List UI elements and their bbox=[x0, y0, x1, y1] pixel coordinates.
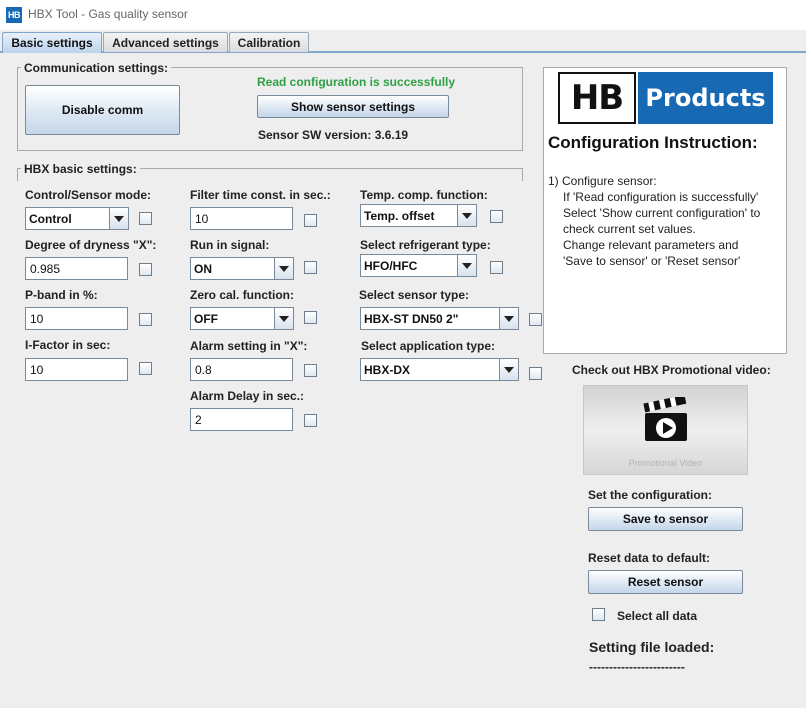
refrigerant-value: HFO/HFC bbox=[364, 258, 418, 273]
chevron-down-icon[interactable] bbox=[274, 258, 293, 279]
instruction-title: Configuration Instruction: bbox=[548, 133, 758, 152]
control-mode-value: Control bbox=[29, 211, 72, 226]
alarm-delay-input[interactable]: 2 bbox=[190, 408, 293, 431]
dryness-label: Degree of dryness "X": bbox=[25, 238, 157, 252]
zero-cal-checkbox[interactable] bbox=[304, 311, 317, 324]
alarm-delay-label: Alarm Delay in sec.: bbox=[190, 389, 305, 403]
communication-settings-title: Communication settings: bbox=[21, 61, 172, 75]
instruction-line: check current set values. bbox=[563, 222, 696, 236]
reset-label: Reset data to default: bbox=[588, 551, 711, 565]
chevron-down-icon[interactable] bbox=[109, 208, 128, 229]
run-in-select[interactable]: ON bbox=[190, 257, 294, 280]
app-logo-icon: HB bbox=[6, 7, 22, 23]
alarm-delay-checkbox[interactable] bbox=[304, 414, 317, 427]
control-mode-label: Control/Sensor mode: bbox=[25, 188, 152, 202]
chevron-down-icon[interactable] bbox=[499, 308, 518, 329]
pband-label: P-band in %: bbox=[25, 288, 98, 302]
alarm-setting-checkbox[interactable] bbox=[304, 364, 317, 377]
pband-checkbox[interactable] bbox=[139, 313, 152, 326]
chevron-down-icon[interactable] bbox=[274, 308, 293, 329]
temp-comp-checkbox[interactable] bbox=[490, 210, 503, 223]
filter-label: Filter time const. in sec.: bbox=[190, 188, 331, 202]
instruction-line: Change relevant parameters and bbox=[563, 238, 739, 252]
application-select[interactable]: HBX-DX bbox=[360, 358, 519, 381]
show-sensor-settings-button[interactable]: Show sensor settings bbox=[257, 95, 449, 118]
instruction-line: Select 'Show current configuration' to bbox=[563, 206, 761, 220]
set-config-label: Set the configuration: bbox=[588, 488, 712, 502]
chevron-down-icon[interactable] bbox=[457, 255, 476, 276]
tab-advanced-settings[interactable]: Advanced settings bbox=[103, 32, 228, 52]
select-all-label: Select all data bbox=[617, 609, 698, 623]
alarm-setting-label: Alarm setting in "X": bbox=[190, 339, 308, 353]
reset-sensor-button[interactable]: Reset sensor bbox=[588, 570, 743, 594]
save-to-sensor-button[interactable]: Save to sensor bbox=[588, 507, 743, 531]
refrigerant-checkbox[interactable] bbox=[490, 261, 503, 274]
temp-comp-select[interactable]: Temp. offset bbox=[360, 204, 477, 227]
temp-comp-label: Temp. comp. function: bbox=[360, 188, 488, 202]
sensor-type-label: Select sensor type: bbox=[359, 288, 470, 302]
application-checkbox[interactable] bbox=[529, 367, 542, 380]
video-caption: Promotional Video bbox=[628, 458, 703, 468]
ifactor-label: I-Factor in sec: bbox=[25, 338, 111, 352]
basic-settings-title: HBX basic settings: bbox=[21, 162, 140, 176]
instruction-line: 'Save to sensor' or 'Reset sensor' bbox=[563, 254, 741, 268]
control-mode-checkbox[interactable] bbox=[139, 212, 152, 225]
run-in-label: Run in signal: bbox=[190, 238, 270, 252]
sensor-type-value: HBX-ST DN50 2" bbox=[364, 311, 459, 326]
setting-file-label: Setting file loaded: bbox=[589, 639, 715, 655]
hb-logo: HB bbox=[558, 72, 636, 124]
video-heading: Check out HBX Promotional video: bbox=[572, 363, 771, 377]
sensor-type-select[interactable]: HBX-ST DN50 2" bbox=[360, 307, 519, 330]
run-in-checkbox[interactable] bbox=[304, 261, 317, 274]
pband-input[interactable]: 10 bbox=[25, 307, 128, 330]
tab-calibration[interactable]: Calibration bbox=[229, 32, 309, 52]
zero-cal-label: Zero cal. function: bbox=[190, 288, 295, 302]
instruction-line: 1) Configure sensor: bbox=[548, 174, 657, 188]
instruction-line: If 'Read configuration is successfully' bbox=[563, 190, 759, 204]
read-config-status: Read configuration is successfully bbox=[257, 75, 456, 89]
disable-comm-button[interactable]: Disable comm bbox=[25, 85, 180, 135]
setting-file-value: ------------------------ bbox=[589, 660, 685, 674]
ifactor-input[interactable]: 10 bbox=[25, 358, 128, 381]
ifactor-checkbox[interactable] bbox=[139, 362, 152, 375]
refrigerant-label: Select refrigerant type: bbox=[360, 238, 491, 252]
zero-cal-value: OFF bbox=[194, 311, 218, 326]
select-all-checkbox[interactable] bbox=[592, 608, 605, 621]
zero-cal-select[interactable]: OFF bbox=[190, 307, 294, 330]
application-label: Select application type: bbox=[361, 339, 496, 353]
refrigerant-select[interactable]: HFO/HFC bbox=[360, 254, 477, 277]
chevron-down-icon[interactable] bbox=[499, 359, 518, 380]
tab-basic-settings[interactable]: Basic settings bbox=[2, 32, 102, 53]
dryness-checkbox[interactable] bbox=[139, 263, 152, 276]
clapperboard-play-icon bbox=[643, 397, 687, 441]
alarm-setting-input[interactable]: 0.8 bbox=[190, 358, 293, 381]
dryness-input[interactable]: 0.985 bbox=[25, 257, 128, 280]
application-value: HBX-DX bbox=[364, 362, 411, 377]
temp-comp-value: Temp. offset bbox=[364, 208, 435, 223]
filter-checkbox[interactable] bbox=[304, 214, 317, 227]
sensor-sw-version: Sensor SW version: 3.6.19 bbox=[258, 128, 409, 142]
sensor-type-checkbox[interactable] bbox=[529, 313, 542, 326]
run-in-value: ON bbox=[194, 261, 212, 276]
filter-input[interactable]: 10 bbox=[190, 207, 293, 230]
window-title: HBX Tool - Gas quality sensor bbox=[28, 7, 188, 21]
products-logo: Products bbox=[638, 72, 773, 124]
control-mode-select[interactable]: Control bbox=[25, 207, 129, 230]
chevron-down-icon[interactable] bbox=[457, 205, 476, 226]
